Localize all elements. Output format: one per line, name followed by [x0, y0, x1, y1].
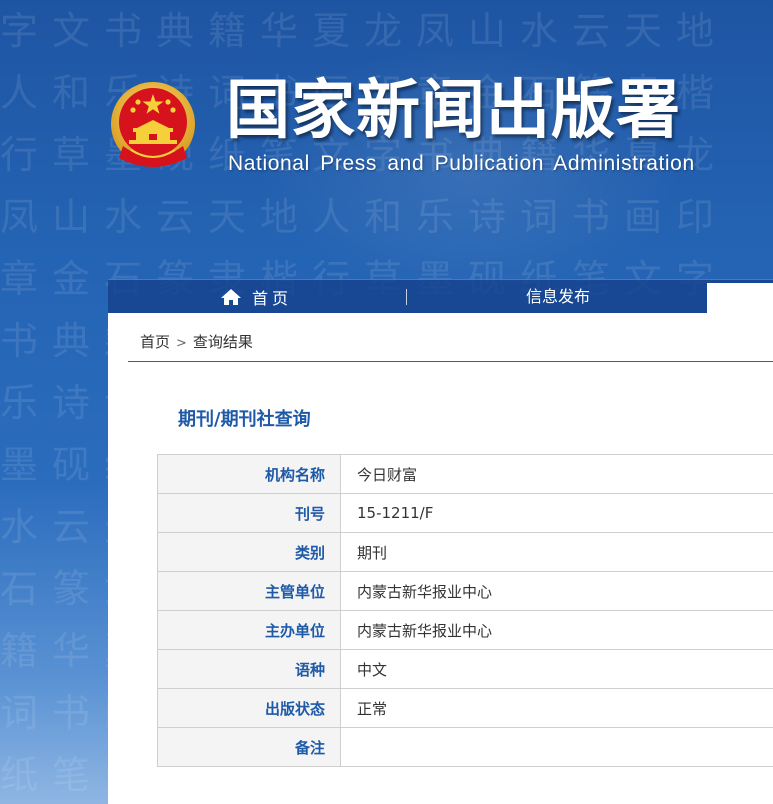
content-panel: 首页 > 查询结果 期刊/期刊社查询 机构名称 今日财富 刊号 15-1211/F … — [108, 313, 773, 804]
breadcrumb-current: 查询结果 — [192, 333, 253, 351]
table-row: 语种 中文 — [157, 649, 773, 689]
row-value: 期刊 — [340, 532, 773, 572]
row-value: 15-1211/F — [340, 493, 773, 533]
national-emblem-icon — [111, 82, 195, 167]
home-icon — [221, 289, 241, 305]
row-label: 备注 — [157, 727, 341, 767]
row-label: 出版状态 — [157, 688, 341, 728]
breadcrumb-home-link[interactable]: 首页 — [140, 333, 170, 351]
row-label: 机构名称 — [157, 454, 341, 494]
table-row: 机构名称 今日财富 — [157, 454, 773, 494]
site-subtitle: National Press and Publication Administr… — [228, 152, 695, 175]
table-row: 备注 — [157, 727, 773, 767]
table-row: 主管单位 内蒙古新华报业中心 — [157, 571, 773, 611]
row-value: 中文 — [340, 649, 773, 689]
breadcrumb-divider — [128, 361, 773, 362]
table-row: 类别 期刊 — [157, 532, 773, 572]
table-row: 出版状态 正常 — [157, 688, 773, 728]
row-value: 今日财富 — [340, 454, 773, 494]
nav-item-info-release[interactable]: 信息发布 — [526, 280, 590, 314]
row-label: 语种 — [157, 649, 341, 689]
nav-item-home[interactable]: 首页 — [220, 280, 292, 314]
row-value: 内蒙古新华报业中心 — [340, 610, 773, 650]
breadcrumb: 首页 > 查询结果 — [140, 331, 253, 352]
nav-search-area — [707, 283, 773, 313]
page-title: 期刊/期刊社查询 — [178, 409, 311, 430]
row-label: 类别 — [157, 532, 341, 572]
nav-home-label: 首页 — [252, 289, 293, 308]
nav-separator — [406, 289, 407, 305]
row-label: 主管单位 — [157, 571, 341, 611]
journal-info-table: 机构名称 今日财富 刊号 15-1211/F 类别 期刊 主管单位 内蒙古新华报… — [157, 454, 773, 767]
main-navbar: 首页 信息发布 — [108, 279, 773, 314]
site-title: 国家新闻出版署 — [226, 74, 681, 148]
breadcrumb-separator: > — [176, 336, 187, 351]
table-row: 主办单位 内蒙古新华报业中心 — [157, 610, 773, 650]
row-value: 内蒙古新华报业中心 — [340, 571, 773, 611]
row-label: 刊号 — [157, 493, 341, 533]
row-value — [340, 727, 773, 767]
row-value: 正常 — [340, 688, 773, 728]
row-label: 主办单位 — [157, 610, 341, 650]
table-row: 刊号 15-1211/F — [157, 493, 773, 533]
